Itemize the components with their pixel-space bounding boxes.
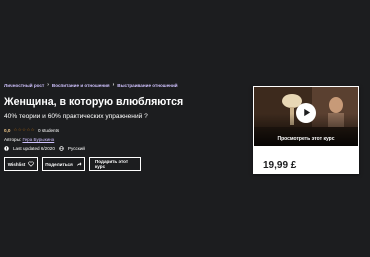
action-buttons: Wishlist Поделиться Подарить этот курс <box>4 157 141 171</box>
preview-label: Просмотреть этот курс <box>277 136 335 142</box>
gift-course-button[interactable]: Подарить этот курс <box>89 157 141 171</box>
share-button[interactable]: Поделиться <box>42 157 85 171</box>
share-label: Поделиться <box>45 161 73 167</box>
authors-row: Авторы: Гера Бурыкина <box>4 137 54 142</box>
breadcrumb-item-building-relationships[interactable]: Выстраивание отношений <box>117 83 177 88</box>
play-icon <box>302 104 311 122</box>
share-arrow-icon <box>76 161 82 167</box>
gift-label: Подарить этот курс <box>95 159 129 169</box>
heart-icon <box>28 161 35 167</box>
breadcrumb-item-personal-growth[interactable]: Личностный рост <box>4 83 44 88</box>
play-button[interactable] <box>296 103 316 123</box>
course-subtitle: 40% теории и 60% практических упражнений… <box>4 113 148 120</box>
meta-row: Last updated 6/2020 Русский <box>4 146 85 151</box>
chevron-right-icon: › <box>112 82 115 88</box>
globe-icon <box>59 146 64 151</box>
course-language: Русский <box>67 146 85 151</box>
rating-row: 0,0 ☆☆☆☆☆ 0 students <box>4 127 59 133</box>
chevron-right-icon: › <box>47 82 49 88</box>
last-updated: Last updated 6/2020 <box>13 146 55 151</box>
alert-icon <box>4 146 9 151</box>
wishlist-label: Wishlist <box>7 161 26 167</box>
rating-value: 0,0 <box>4 127 11 133</box>
star-rating-icon: ☆☆☆☆☆ <box>13 127 35 132</box>
students-count: 0 students <box>37 127 60 133</box>
authors-label: Авторы: <box>4 137 22 142</box>
wishlist-button[interactable]: Wishlist <box>4 157 38 171</box>
author-link[interactable]: Гера Бурыкина <box>22 137 54 142</box>
course-price: 19,99 £ <box>263 160 297 171</box>
course-title: Женщина, в которую влюбляются <box>4 96 184 108</box>
course-preview[interactable]: Просмотреть этот курс <box>254 87 358 146</box>
course-sidebar-card: Просмотреть этот курс 19,99 £ <box>253 86 359 174</box>
breadcrumb: Личностный рост › Воспитание и отношения… <box>4 82 178 88</box>
breadcrumb-item-relationships[interactable]: Воспитание и отношения <box>52 83 110 88</box>
